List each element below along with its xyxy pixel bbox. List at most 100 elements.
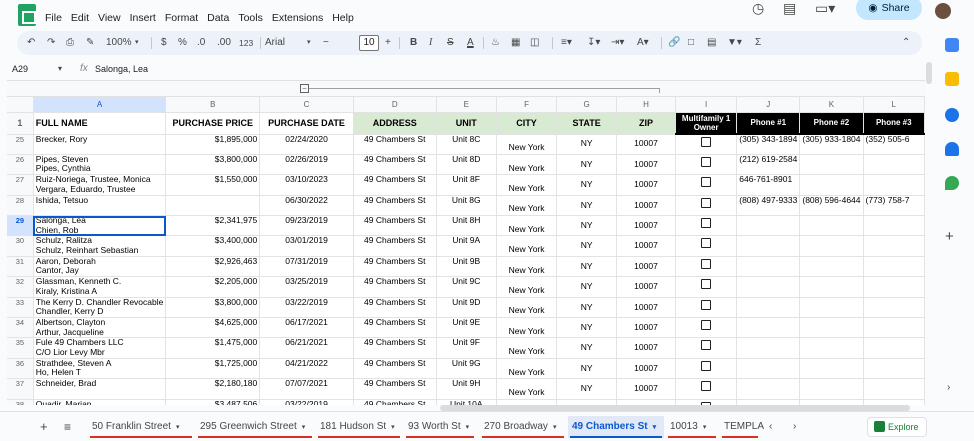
checkbox[interactable] [701, 137, 712, 147]
phone3-cell[interactable]: (773) 758-7 [863, 195, 925, 217]
row-number[interactable]: 33 [7, 297, 34, 319]
column-header[interactable]: B [165, 97, 261, 113]
sheet-tab[interactable]: TEMPLA [720, 416, 764, 438]
phone2-cell[interactable] [799, 154, 864, 176]
address-cell[interactable]: 49 Chambers St [353, 337, 437, 359]
name-cell[interactable]: Schulz, Ralitza Schulz, Reinhart Sebasti… [33, 235, 167, 257]
merge-cells-icon[interactable]: ◫ [530, 35, 539, 51]
phone1-cell[interactable] [736, 378, 801, 400]
font-size-decrease-icon[interactable]: − [323, 35, 329, 51]
calendar-icon[interactable] [945, 38, 959, 52]
functions-icon[interactable]: Σ [755, 35, 761, 51]
explore-button[interactable]: Explore [867, 417, 927, 437]
tab-menu-chevron-icon[interactable]: ▾ [391, 424, 395, 431]
name-cell[interactable]: Fule 49 Chambers LLC C/O Lior Levy Mbr [33, 337, 167, 359]
city-cell[interactable]: New York [496, 134, 558, 155]
date-cell[interactable]: 07/07/2021 [259, 378, 354, 400]
date-cell[interactable]: 03/25/2019 [259, 276, 354, 298]
multifamily-checkbox-cell[interactable] [675, 134, 738, 155]
sheet-tab[interactable]: 49 Chambers St ▾ [568, 416, 664, 438]
header-cell[interactable]: Phone #3 [863, 112, 925, 135]
column-header[interactable]: F [496, 97, 558, 113]
sheets-logo-icon[interactable] [18, 4, 36, 26]
zip-cell[interactable]: 10007 [616, 297, 677, 319]
comments-icon[interactable]: ▤ [783, 0, 796, 17]
insert-comment-icon[interactable]: □ [688, 35, 694, 51]
row-number[interactable]: 32 [7, 276, 34, 298]
zip-cell[interactable]: 10007 [616, 195, 677, 217]
bold-icon[interactable]: B [410, 35, 417, 51]
phone2-cell[interactable]: (305) 933-1804 [799, 134, 864, 155]
name-cell[interactable]: Schneider, Brad [33, 378, 167, 400]
phone2-cell[interactable]: (808) 596-4644 [799, 195, 864, 217]
name-cell[interactable]: Brecker, Rory [33, 134, 167, 155]
name-cell[interactable]: Quadir, Marjan Samson, Ryan [33, 399, 167, 405]
phone1-cell[interactable] [736, 337, 801, 359]
header-cell[interactable]: PURCHASE DATE [259, 112, 354, 135]
city-cell[interactable]: New York [496, 276, 558, 298]
zip-cell[interactable]: 10007 [616, 134, 677, 155]
city-cell[interactable]: New York [496, 297, 558, 319]
date-cell[interactable]: 06/17/2021 [259, 317, 354, 339]
collapse-toolbar-icon[interactable]: ⌃ [902, 35, 910, 51]
row-number[interactable]: 29 [7, 215, 34, 237]
address-cell[interactable]: 49 Chambers St [353, 154, 437, 176]
phone1-cell[interactable]: 646-761-8901 [736, 174, 801, 196]
name-cell[interactable]: Aaron, Deborah Cantor, Jay [33, 256, 167, 278]
multifamily-checkbox-cell[interactable] [675, 337, 738, 359]
row-number[interactable]: 25 [7, 134, 34, 155]
header-cell[interactable]: CITY [496, 112, 558, 135]
keep-icon[interactable] [945, 72, 959, 86]
collapse-group-icon[interactable]: − [300, 84, 309, 93]
borders-icon[interactable]: ▦ [511, 35, 520, 51]
column-header[interactable]: H [616, 97, 677, 113]
date-cell[interactable]: 04/21/2022 [259, 358, 354, 380]
row-number[interactable]: 28 [7, 195, 34, 217]
maps-icon[interactable] [945, 176, 959, 190]
menu-edit[interactable]: Edit [71, 12, 89, 24]
city-cell[interactable]: New York [496, 154, 558, 176]
phone2-cell[interactable] [799, 174, 864, 196]
state-cell[interactable]: NY [556, 317, 617, 339]
price-cell[interactable]: $2,341,975 [165, 215, 261, 237]
vertical-scrollbar[interactable] [926, 62, 932, 84]
state-cell[interactable]: NY [556, 297, 617, 319]
zip-cell[interactable]: 10007 [616, 378, 677, 400]
phone2-cell[interactable] [799, 256, 864, 278]
menu-view[interactable]: View [98, 12, 121, 24]
state-cell[interactable]: NY [556, 358, 617, 380]
fill-color-icon[interactable]: ♨ [491, 35, 500, 51]
zip-cell[interactable]: 10007 [616, 215, 677, 237]
column-header[interactable]: L [863, 97, 925, 113]
header-cell[interactable]: UNIT [436, 112, 497, 135]
unit-cell[interactable]: Unit 8H [436, 215, 497, 237]
address-cell[interactable]: 49 Chambers St [353, 195, 437, 217]
select-all-corner[interactable] [7, 97, 34, 113]
strikethrough-icon[interactable]: S [447, 35, 454, 51]
sheet-tab[interactable]: 10013 ▾ [666, 416, 718, 438]
formula-input[interactable]: Salonga, Lea [95, 64, 148, 74]
date-cell[interactable]: 09/23/2019 [259, 215, 354, 237]
print-icon[interactable]: ⎙ [66, 35, 74, 51]
phone2-cell[interactable] [799, 378, 864, 400]
multifamily-checkbox-cell[interactable] [675, 297, 738, 319]
font-select[interactable]: Arial [265, 35, 285, 51]
state-cell[interactable]: NY [556, 256, 617, 278]
phone3-cell[interactable] [863, 215, 925, 237]
italic-icon[interactable]: I [429, 35, 432, 51]
state-cell[interactable]: NY [556, 195, 617, 217]
undo-icon[interactable]: ↶ [27, 35, 35, 51]
tab-menu-chevron-icon[interactable]: ▾ [302, 424, 306, 431]
column-header[interactable]: K [799, 97, 864, 113]
multifamily-checkbox-cell[interactable] [675, 256, 738, 278]
city-cell[interactable]: New York [496, 174, 558, 196]
phone1-cell[interactable] [736, 317, 801, 339]
address-cell[interactable]: 49 Chambers St [353, 134, 437, 155]
state-cell[interactable]: NY [556, 134, 617, 155]
phone3-cell[interactable]: (352) 505-6 [863, 134, 925, 155]
header-cell[interactable]: ADDRESS [353, 112, 437, 135]
phone2-cell[interactable] [799, 215, 864, 237]
checkbox[interactable] [701, 299, 712, 310]
multifamily-checkbox-cell[interactable] [675, 358, 738, 380]
state-cell[interactable]: NY [556, 215, 617, 237]
